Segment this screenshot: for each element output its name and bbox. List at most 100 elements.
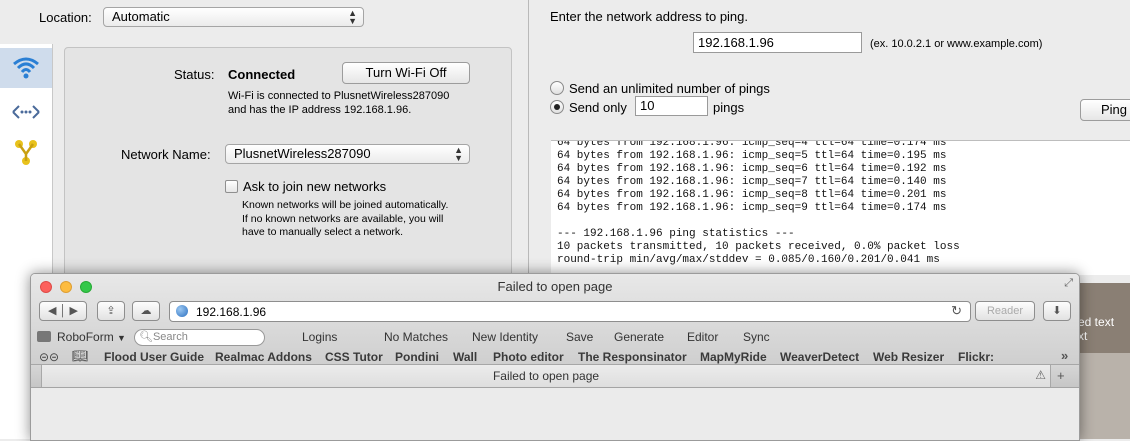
roboform-no-matches[interactable]: No Matches (384, 330, 448, 344)
reload-icon[interactable]: ↻ (951, 303, 962, 319)
ping-address-input[interactable]: 192.168.1.96 (693, 32, 862, 53)
location-label: Location: (39, 10, 92, 25)
network-name-popup[interactable]: PlusnetWireless287090 ▲ ▼ (225, 144, 470, 164)
reading-list-icon[interactable]: ⊝⊝ (39, 350, 59, 364)
new-tab-icon[interactable]: + (1057, 368, 1065, 383)
log-body: 64 bytes from 192.168.1.96: icmp_seq=4 t… (557, 140, 1130, 267)
ask-join-label[interactable]: Ask to join new networks (243, 179, 386, 194)
roboform-generate[interactable]: Generate (614, 330, 664, 344)
cloud-icon: ☁ (140, 305, 152, 317)
status-desc-line: and has the IP address 192.168.1.96. (228, 104, 412, 116)
roboform-search-input[interactable]: 🔍︎Search (134, 329, 265, 346)
bookmark-item[interactable]: Flickr: (958, 350, 994, 364)
bookmark-item[interactable]: Web Resizer (873, 350, 944, 364)
share-button[interactable]: ⇪ (97, 301, 125, 321)
log-line: 64 bytes from 192.168.1.96: icmp_seq=9 t… (557, 202, 947, 214)
log-line: round-trip min/avg/max/stddev = 0.085/0.… (557, 254, 940, 266)
status-description: Wi-Fi is connected to PlusnetWireless287… (228, 89, 449, 117)
service-wifi[interactable] (0, 48, 52, 88)
wifi-icon (13, 57, 39, 79)
search-icon: 🔍︎ (139, 331, 153, 343)
ask-join-checkbox[interactable] (225, 180, 238, 193)
location-popup[interactable]: Automatic ▲ ▼ (103, 7, 364, 27)
turn-wifi-off-button[interactable]: Turn Wi-Fi Off (342, 62, 470, 84)
log-line: 64 bytes from 192.168.1.96: icmp_seq=4 t… (557, 140, 947, 149)
ask-join-desc-line: Known networks will be joined automatica… (242, 199, 449, 211)
popup-arrows-icon: ▲ ▼ (454, 145, 463, 163)
roboform-menu[interactable]: RoboForm ▼ (57, 330, 126, 344)
unlimited-pings-label[interactable]: Send an unlimited number of pings (569, 81, 770, 96)
ping-count-input[interactable]: 10 (635, 96, 708, 116)
background-image (1078, 353, 1130, 439)
ping-example-hint: (ex. 10.0.2.1 or www.example.com) (870, 38, 1043, 50)
tab-active[interactable]: Failed to open page ⚠ (41, 365, 1051, 387)
chevron-down-icon: ▼ (117, 333, 126, 343)
ping-prompt: Enter the network address to ping. (550, 9, 749, 24)
download-icon: ⬇ (1052, 305, 1062, 317)
roboform-logins[interactable]: Logins (302, 330, 337, 344)
roboform-label[interactable]: RoboForm (57, 330, 114, 344)
page-content (31, 388, 1079, 440)
safari-toolbar: Failed to open page ⤢ ◀ │ ▶ ⇪ ☁ 192.168.… (31, 274, 1079, 365)
background-window: ed text xt (1078, 283, 1130, 439)
share-icon: ⇪ (106, 305, 116, 317)
bookmark-item[interactable]: CSS Tutor (325, 350, 383, 364)
background-text-line: ed text (1078, 315, 1115, 329)
background-text: ed text xt (1078, 315, 1114, 343)
service-firewire[interactable] (0, 132, 52, 172)
reader-button[interactable]: Reader (975, 301, 1035, 321)
log-line: 64 bytes from 192.168.1.96: icmp_seq=6 t… (557, 163, 947, 175)
pings-label: pings (713, 100, 745, 115)
forward-icon[interactable]: ▶ (70, 305, 78, 317)
fullscreen-icon[interactable]: ⤢ (1064, 277, 1073, 290)
location-value: Automatic (112, 9, 170, 24)
bookmark-item[interactable]: WeaverDetect (780, 350, 859, 364)
ping-button[interactable]: Ping (1080, 99, 1130, 121)
roboform-sync[interactable]: Sync (743, 330, 770, 344)
bookmark-item[interactable]: MapMyRide (700, 350, 767, 364)
network-arrows-icon (12, 105, 40, 119)
log-line: --- 192.168.1.96 ping statistics --- (557, 228, 795, 240)
ping-output-log[interactable]: 64 bytes from 192.168.1.96: icmp_seq=4 t… (551, 140, 1130, 275)
status-value: Connected (228, 67, 296, 82)
send-only-label[interactable]: Send only (569, 100, 627, 115)
icloud-tabs-button[interactable]: ☁ (132, 301, 160, 321)
bookmark-item[interactable]: Photo editor (493, 350, 564, 364)
bookmark-item[interactable]: Flood User Guide (104, 350, 204, 364)
tab-bar: Failed to open page ⚠ + (31, 365, 1079, 388)
popup-arrows-icon: ▲ ▼ (348, 8, 357, 26)
safari-window: Failed to open page ⤢ ◀ │ ▶ ⇪ ☁ 192.168.… (30, 273, 1080, 441)
ask-join-description: Known networks will be joined automatica… (242, 199, 448, 240)
network-name-label: Network Name: (121, 147, 211, 162)
roboform-new-identity[interactable]: New Identity (472, 330, 538, 344)
window-title: Failed to open page (497, 279, 613, 294)
bookmark-item[interactable]: Pondini (395, 350, 439, 364)
network-name-value: PlusnetWireless287090 (234, 146, 371, 161)
unlimited-pings-radio[interactable] (550, 81, 564, 95)
roboform-logo-icon (37, 331, 51, 342)
downloads-button[interactable]: ⬇ (1043, 301, 1071, 321)
address-bar[interactable]: 192.168.1.96 ↻ (169, 301, 971, 322)
log-line: 64 bytes from 192.168.1.96: icmp_seq=7 t… (557, 176, 947, 188)
roboform-save[interactable]: Save (566, 330, 593, 344)
url-text[interactable]: 192.168.1.96 (196, 305, 266, 319)
ask-join-desc-line: have to manually select a network. (242, 226, 404, 238)
back-icon[interactable]: ◀ (48, 305, 56, 317)
search-placeholder: Search (152, 331, 188, 343)
back-forward-buttons[interactable]: ◀ │ ▶ (39, 301, 87, 321)
firewire-icon (15, 140, 37, 165)
roboform-editor[interactable]: Editor (687, 330, 718, 344)
bookmarks-overflow-icon[interactable]: » (1061, 348, 1068, 363)
ask-join-desc-line: If no known networks are available, you … (242, 212, 444, 225)
bookmark-item[interactable]: Realmac Addons (215, 350, 312, 364)
log-line: 10 packets transmitted, 10 packets recei… (557, 241, 960, 253)
bookmarks-book-icon[interactable]: 📖︎ (72, 348, 89, 364)
warning-icon: ⚠ (1035, 368, 1046, 382)
bookmark-item[interactable]: The Responsinator (578, 350, 687, 364)
log-line: 64 bytes from 192.168.1.96: icmp_seq=8 t… (557, 189, 947, 201)
service-bluetooth-pan[interactable] (0, 92, 52, 132)
bookmark-item[interactable]: Wall (453, 350, 477, 364)
send-only-radio[interactable] (550, 100, 564, 114)
status-desc-line: Wi-Fi is connected to PlusnetWireless287… (228, 90, 450, 102)
